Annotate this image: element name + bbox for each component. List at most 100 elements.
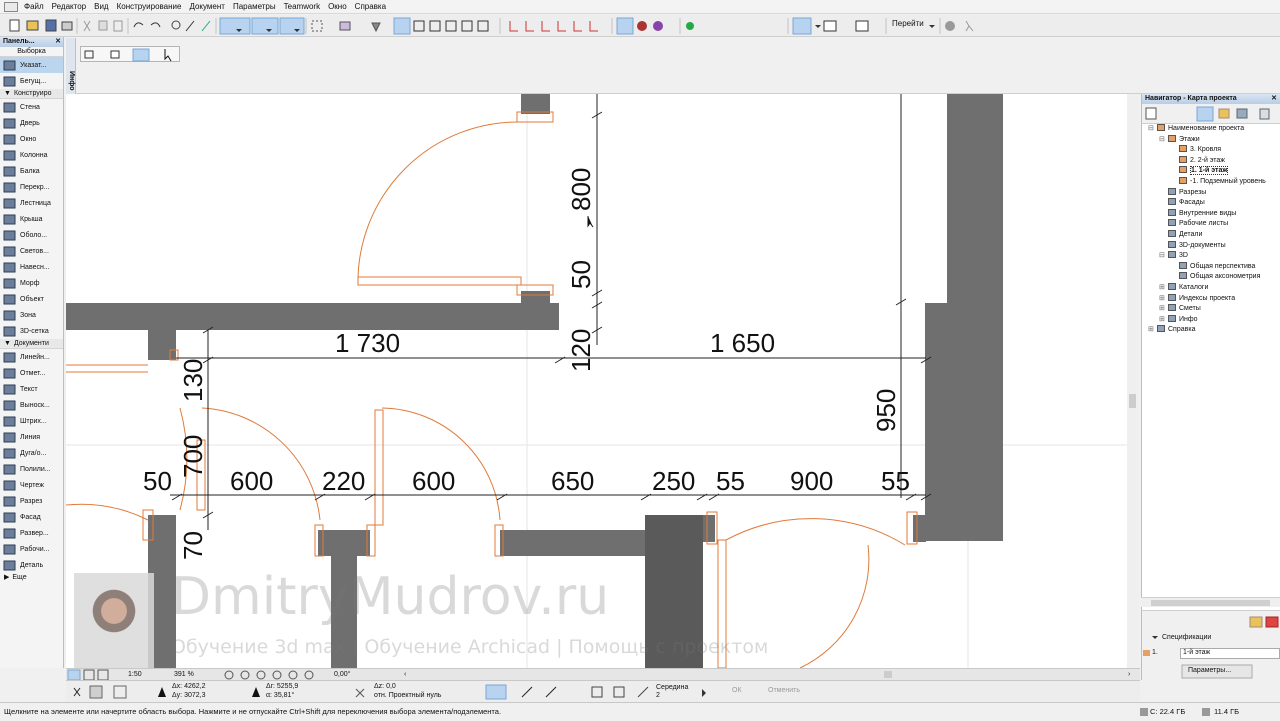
expand-toggle-icon[interactable]: ⊞ <box>1159 283 1168 293</box>
tool-column[interactable]: Колонна <box>0 147 63 163</box>
section-design[interactable]: ▼ Конструиро <box>0 89 63 99</box>
floor-plan-canvas[interactable]: 800 50 120 1 730 1 650 130 950 700 70 50… <box>66 94 1138 668</box>
snap-value[interactable]: 2 <box>656 692 660 699</box>
tool-roof[interactable]: Крыша <box>0 211 63 227</box>
tree-item[interactable]: ⊟ Этажи <box>1159 134 1200 145</box>
tree-item[interactable]: 3. Кровля <box>1170 145 1221 155</box>
expand-toggle-icon[interactable]: ⊞ <box>1159 304 1168 314</box>
tool-object[interactable]: Объект <box>0 291 63 307</box>
tool-mesh[interactable]: 3D-сетка <box>0 323 63 339</box>
tool-label: Фасад <box>20 513 41 521</box>
tool-interior-elevation[interactable]: Развер... <box>0 525 63 541</box>
section-document[interactable]: ▼ Документи <box>0 339 63 349</box>
tree-item[interactable]: ⊞ Индексы проекта <box>1159 293 1235 304</box>
tool-arc[interactable]: Дуга/о... <box>0 445 63 461</box>
tree-item[interactable]: 1. 1-й этаж <box>1170 166 1229 176</box>
app-icon[interactable] <box>4 1 18 12</box>
tree-item[interactable]: Рабочие листы <box>1159 219 1228 229</box>
tool-label[interactable]: Выноск... <box>0 397 63 413</box>
tool-worksheet[interactable]: Рабочи... <box>0 541 63 557</box>
expand-toggle-icon[interactable]: ⊞ <box>1159 294 1168 304</box>
zoom-out-icon <box>97 669 109 681</box>
scrollbar-thumb[interactable] <box>1151 600 1270 606</box>
tool-text[interactable]: Текст <box>0 381 63 397</box>
tool-marquee[interactable]: Бегущ... <box>0 73 63 89</box>
more-tools[interactable]: ▶ Еще <box>0 573 63 583</box>
tool-wall[interactable]: Стена <box>0 99 63 115</box>
tree-item[interactable]: Фасады <box>1159 198 1205 208</box>
expand-toggle-icon[interactable]: ⊞ <box>1148 325 1157 335</box>
tool-dimension[interactable]: Линейн... <box>0 349 63 365</box>
tree-item[interactable]: Общая перспектива <box>1170 261 1255 272</box>
menu-view[interactable]: Вид <box>90 0 112 14</box>
close-icon[interactable]: ✕ <box>1271 94 1277 104</box>
menu-design[interactable]: Конструирование <box>113 0 186 14</box>
menu-file[interactable]: Файл <box>20 0 48 14</box>
close-icon[interactable]: ✕ <box>55 37 61 47</box>
menu-edit[interactable]: Редактор <box>48 0 90 14</box>
tool-beam[interactable]: Балка <box>0 163 63 179</box>
tree-item[interactable]: ⊞ Сметы <box>1159 304 1201 314</box>
tree-item[interactable]: 2. 2-й этаж <box>1170 155 1225 166</box>
expand-toggle-icon[interactable]: ⊞ <box>1159 315 1168 325</box>
expand-toggle-icon[interactable]: ⊟ <box>1148 124 1157 134</box>
tree-item[interactable]: 3D-документы <box>1159 240 1226 251</box>
tool-elevation[interactable]: Фасад <box>0 509 63 525</box>
tree-item[interactable]: Внутренние виды <box>1159 208 1236 219</box>
tool-zone[interactable]: Зона <box>0 307 63 323</box>
tree-item[interactable]: ⊟ 3D <box>1159 251 1188 261</box>
info-box-tab[interactable]: Инфо <box>66 38 76 94</box>
zoom-value[interactable]: 391 % <box>174 671 194 678</box>
expand-toggle-icon[interactable]: ⊟ <box>1159 135 1168 145</box>
tool-morph[interactable]: Морф <box>0 275 63 291</box>
menu-window[interactable]: Окно <box>324 0 351 14</box>
scrollbar-thumb[interactable] <box>1129 394 1136 408</box>
tree-item[interactable]: ⊞ Справка <box>1148 325 1195 335</box>
tree-item[interactable]: Детали <box>1159 230 1202 240</box>
params-button[interactable]: Параметры... <box>1188 667 1231 674</box>
tool-drawing[interactable]: Чертеж <box>0 477 63 493</box>
spec-value-field[interactable]: 1-й этаж <box>1180 648 1280 659</box>
goto-button[interactable]: Перейти <box>892 19 924 28</box>
tool-arrow-pointer[interactable]: Указат... <box>0 57 63 73</box>
ok-button[interactable]: ОК <box>732 687 742 694</box>
navigator-scrollbar[interactable] <box>1141 597 1280 607</box>
reference-level[interactable]: отн. Проектный нуль <box>374 692 441 699</box>
menu-document[interactable]: Документ <box>185 0 229 14</box>
tool-stair[interactable]: Лестница <box>0 195 63 211</box>
scroll-right-icon[interactable]: › <box>1128 671 1130 678</box>
tree-item[interactable]: ⊞ Инфо <box>1159 314 1198 325</box>
tool-window[interactable]: Окно <box>0 131 63 147</box>
scale-value[interactable]: 1:50 <box>128 671 142 678</box>
cancel-button[interactable]: Отменить <box>768 687 800 694</box>
tool-label: Бегущ... <box>20 77 47 85</box>
tool-slab[interactable]: Перекр... <box>0 179 63 195</box>
tool-shell[interactable]: Оболо... <box>0 227 63 243</box>
scroll-left-icon[interactable]: ‹ <box>404 671 406 678</box>
expand-toggle-icon[interactable]: ⊟ <box>1159 251 1168 261</box>
canvas-vertical-scrollbar[interactable] <box>1127 94 1138 668</box>
tree-item[interactable]: Разрезы <box>1159 187 1206 198</box>
tool-line[interactable]: Линия <box>0 429 63 445</box>
arrow-pointer-icon <box>164 49 172 62</box>
menu-teamwork[interactable]: Teamwork <box>280 0 324 14</box>
tool-skylight[interactable]: Светов... <box>0 243 63 259</box>
tree-item[interactable]: Общая аксонометрия <box>1170 272 1260 282</box>
snap-label[interactable]: Середина <box>656 684 688 691</box>
tool-polyline[interactable]: Полили... <box>0 461 63 477</box>
floor-plan-drawing[interactable]: 800 50 120 1 730 1 650 130 950 700 70 50… <box>66 94 1138 668</box>
door-leaf-3 <box>374 409 384 526</box>
tree-item[interactable]: ⊞ Каталоги <box>1159 283 1208 293</box>
menu-help[interactable]: Справка <box>351 0 390 14</box>
horizontal-scroll-thumb[interactable] <box>884 671 892 678</box>
tool-curtain-wall[interactable]: Навесн... <box>0 259 63 275</box>
tool-section[interactable]: Разрез <box>0 493 63 509</box>
tree-item[interactable]: -1. Подземный уровень <box>1170 177 1266 187</box>
tool-door[interactable]: Дверь <box>0 115 63 131</box>
tool-fill[interactable]: Штрих... <box>0 413 63 429</box>
menu-options[interactable]: Параметры <box>229 0 280 14</box>
angle-value[interactable]: 0,00° <box>334 671 350 678</box>
tool-detail[interactable]: Деталь <box>0 557 63 573</box>
tool-level-dimension[interactable]: Отмет... <box>0 365 63 381</box>
tree-item[interactable]: ⊟ Наименование проекта <box>1148 124 1244 134</box>
